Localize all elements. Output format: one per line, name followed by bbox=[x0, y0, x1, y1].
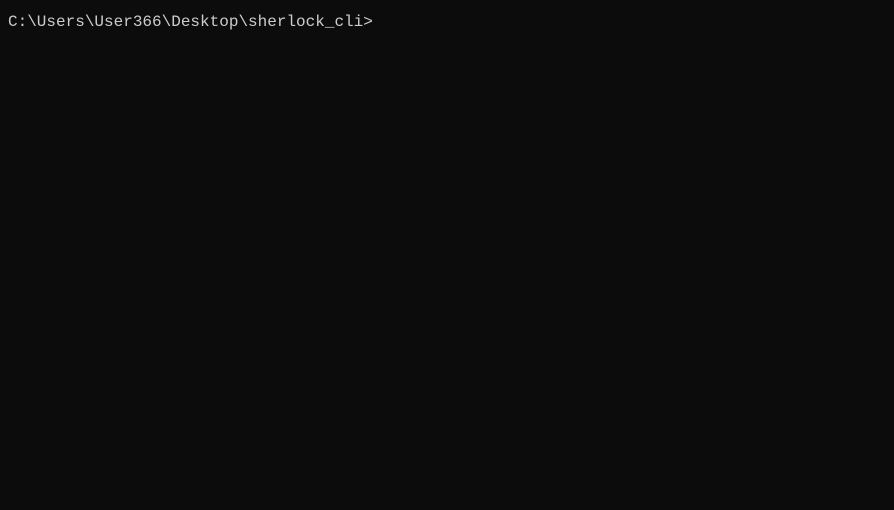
prompt-text: C:\Users\User366\Desktop\sherlock_cli> bbox=[8, 12, 373, 32]
prompt-line: C:\Users\User366\Desktop\sherlock_cli> bbox=[8, 12, 886, 32]
command-input[interactable] bbox=[373, 13, 886, 31]
terminal-window[interactable]: C:\Users\User366\Desktop\sherlock_cli> bbox=[0, 0, 894, 510]
